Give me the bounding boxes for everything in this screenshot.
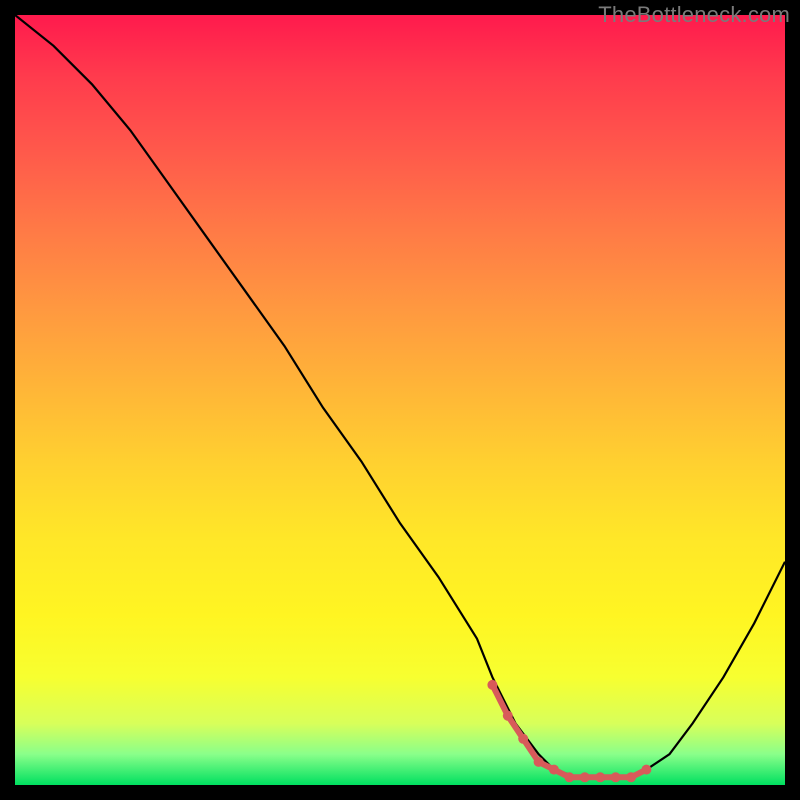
optimal-marker [564, 772, 574, 782]
chart-container: TheBottleneck.com [0, 0, 800, 800]
optimal-range-segment [492, 685, 646, 777]
bottleneck-curve-path [15, 15, 785, 777]
watermark-text: TheBottleneck.com [598, 2, 790, 28]
optimal-marker [580, 772, 590, 782]
optimal-marker [626, 772, 636, 782]
plot-area [15, 15, 785, 785]
optimal-marker [487, 680, 497, 690]
optimal-marker [595, 772, 605, 782]
optimal-marker [518, 734, 528, 744]
curve-svg-layer [15, 15, 785, 785]
optimal-marker [611, 772, 621, 782]
optimal-marker [641, 765, 651, 775]
optimal-marker [549, 765, 559, 775]
optimal-marker [503, 711, 513, 721]
optimal-marker [534, 757, 544, 767]
optimal-range-markers [487, 680, 651, 782]
